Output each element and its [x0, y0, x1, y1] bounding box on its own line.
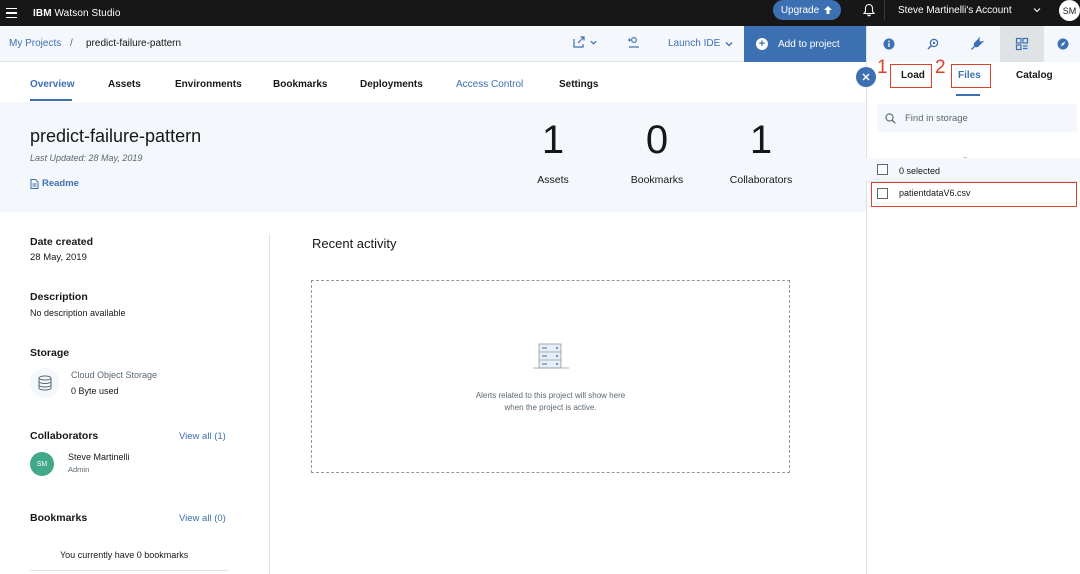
selected-count: 0 selected — [899, 166, 941, 176]
stat-collaborators-value: 1 — [749, 118, 773, 162]
storage-search-input[interactable] — [905, 112, 1065, 124]
data-assets-button[interactable] — [1000, 26, 1044, 62]
collaborator-role: Admin — [68, 465, 90, 474]
export-button[interactable] — [573, 36, 598, 48]
breadcrumb-current: predict-failure-pattern — [86, 38, 182, 49]
bookmarks-empty-message: You currently have 0 bookmarks — [60, 550, 189, 560]
storage-search[interactable] — [877, 104, 1077, 132]
plus-icon: + — [756, 38, 768, 50]
compass-icon — [1057, 38, 1068, 50]
user-avatar[interactable]: SM — [1059, 0, 1080, 21]
grid-data-icon — [1015, 37, 1029, 51]
breadcrumb-bar: My Projects / predict-failure-pattern La… — [0, 26, 866, 62]
storage-name: Cloud Object Storage — [71, 370, 158, 380]
breadcrumb-my-projects[interactable]: My Projects — [9, 38, 61, 49]
collaborators-heading: Collaborators — [30, 430, 99, 442]
data-search-icon — [927, 38, 939, 50]
close-icon — [862, 73, 870, 81]
app-brand[interactable]: IBM Watson Studio — [33, 8, 120, 19]
database-icon — [30, 368, 60, 398]
tab-environments[interactable]: Environments — [175, 79, 242, 90]
breadcrumb-separator: / — [70, 38, 73, 49]
info-button[interactable] — [867, 26, 911, 62]
stat-assets[interactable]: 1 Assets — [530, 120, 576, 186]
find-data-button[interactable] — [911, 26, 955, 62]
add-collaborator-button[interactable] — [627, 36, 641, 48]
stat-assets-label: Assets — [537, 174, 569, 186]
stat-bookmarks-label: Bookmarks — [630, 174, 684, 186]
upgrade-button[interactable]: Upgrade — [773, 0, 841, 20]
upgrade-label: Upgrade — [780, 4, 820, 16]
plug-icon — [971, 37, 984, 50]
explore-button[interactable] — [1044, 26, 1080, 62]
upgrade-arrow-icon — [824, 6, 833, 14]
add-to-project-button[interactable]: + Add to project — [744, 26, 866, 62]
description-heading: Description — [30, 291, 88, 303]
bookmarks-view-all-link[interactable]: View all (0) — [179, 513, 226, 524]
readme-label: Readme — [42, 178, 79, 189]
date-created-value: 28 May, 2019 — [30, 252, 87, 263]
recent-activity-line1: Alerts related to this project will show… — [475, 391, 626, 400]
stat-collaborators[interactable]: 1 Collaborators — [726, 120, 796, 186]
description-value: No description available — [30, 308, 126, 318]
collaborators-view-all-link[interactable]: View all (1) — [179, 431, 226, 442]
file-checkbox[interactable] — [877, 188, 888, 199]
tab-settings[interactable]: Settings — [559, 79, 598, 90]
chevron-down-icon — [1033, 8, 1041, 13]
page-title: predict-failure-pattern — [30, 126, 202, 146]
project-header: predict-failure-pattern Last Updated: 28… — [0, 102, 866, 212]
tab-overview[interactable]: Overview — [30, 79, 74, 90]
stat-assets-value: 1 — [541, 118, 565, 162]
bookmarks-heading: Bookmarks — [30, 512, 88, 524]
search-icon — [885, 112, 896, 124]
project-tabs: Overview Assets Environments Bookmarks D… — [0, 62, 866, 102]
add-to-project-label: Add to project — [778, 38, 840, 50]
export-icon — [573, 36, 585, 48]
launch-ide-button[interactable]: Launch IDE — [668, 38, 734, 49]
chevron-down-icon — [590, 40, 597, 45]
recent-activity-message: Alerts related to this project will show… — [312, 390, 789, 414]
annotation-number-2: 2 — [935, 57, 946, 78]
tab-assets[interactable]: Assets — [108, 79, 141, 90]
account-label: Steve Martinelli's Account — [898, 4, 1012, 16]
recent-activity-empty-state: Alerts related to this project will show… — [311, 280, 790, 473]
menu-icon[interactable] — [0, 0, 22, 26]
stat-bookmarks[interactable]: 0 Bookmarks — [626, 120, 688, 186]
panel-active-tab-indicator — [956, 94, 980, 96]
launch-ide-label: Launch IDE — [668, 38, 721, 49]
select-all-checkbox[interactable] — [877, 164, 888, 175]
server-rack-icon — [533, 343, 569, 369]
active-tab-indicator — [30, 99, 72, 101]
chevron-down-icon — [725, 41, 733, 46]
date-created-heading: Date created — [30, 236, 94, 248]
info-icon — [883, 38, 895, 50]
close-panel-button[interactable] — [856, 67, 876, 87]
column-divider — [269, 234, 270, 574]
bookmarks-divider — [30, 570, 228, 571]
last-updated: Last Updated: 28 May, 2019 — [30, 153, 143, 163]
recent-activity-line2: when the project is active. — [504, 403, 597, 412]
stat-collaborators-label: Collaborators — [729, 174, 793, 186]
annotation-number-1: 1 — [877, 57, 888, 78]
file-name: patientdataV6.csv — [899, 188, 971, 198]
storage-heading: Storage — [30, 347, 70, 359]
add-user-icon — [628, 37, 639, 48]
recent-activity-heading: Recent activity — [312, 236, 397, 251]
collaborator-name[interactable]: Steve Martinelli — [68, 452, 130, 462]
panel-icon-bar — [867, 26, 1080, 62]
tab-bookmarks[interactable]: Bookmarks — [273, 79, 327, 90]
annotation-box-load — [890, 64, 932, 88]
connections-button[interactable] — [955, 26, 999, 62]
annotation-box-files — [951, 64, 991, 88]
notification-bell-icon[interactable] — [862, 3, 876, 17]
stat-bookmarks-value: 0 — [645, 118, 669, 162]
account-switcher[interactable]: Steve Martinelli's Account — [884, 0, 1054, 20]
panel-tab-catalog[interactable]: Catalog — [1016, 70, 1053, 81]
readme-link[interactable]: Readme — [30, 178, 79, 189]
storage-used: 0 Byte used — [71, 386, 119, 396]
collaborator-avatar: SM — [30, 452, 54, 476]
tab-access-control[interactable]: Access Control — [456, 79, 523, 90]
document-icon — [30, 178, 39, 189]
tab-deployments[interactable]: Deployments — [360, 79, 423, 90]
